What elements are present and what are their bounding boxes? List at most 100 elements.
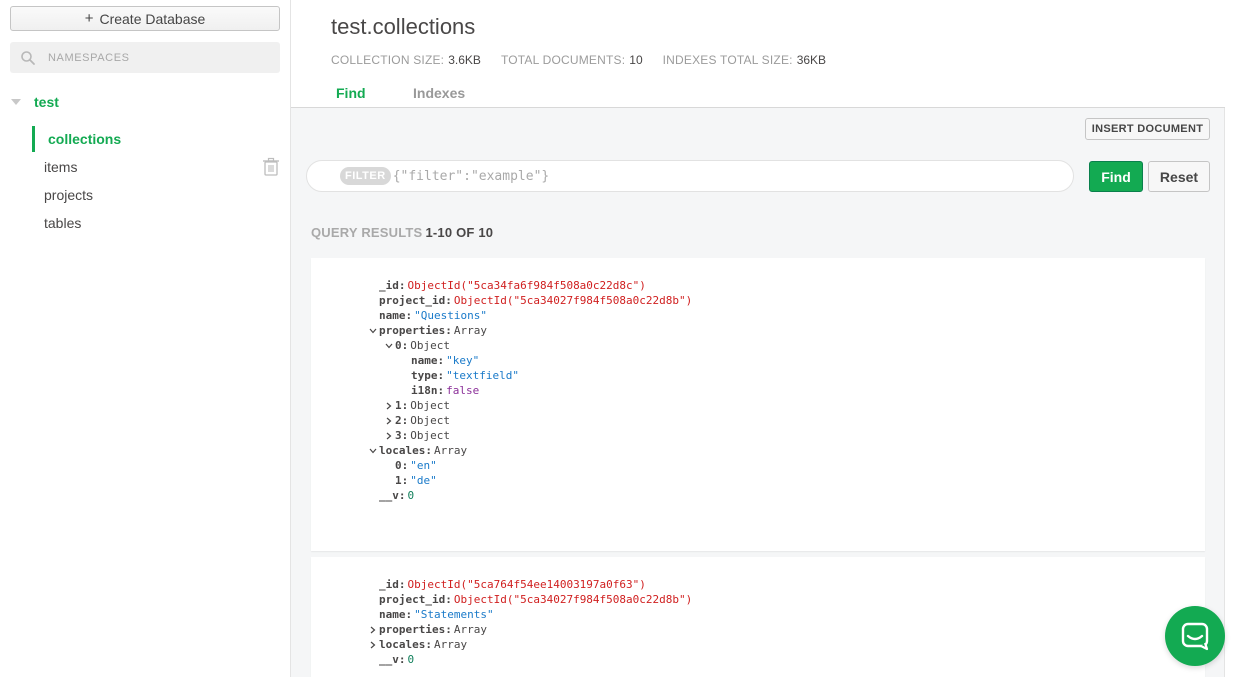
stat-key: INDEXES TOTAL SIZE: (662, 53, 793, 67)
collection-item-projects[interactable]: projects (32, 182, 290, 208)
field-separator: : (445, 593, 452, 606)
field-separator: : (437, 369, 445, 382)
field-value: Array (453, 623, 487, 636)
field-value: "textfield" (446, 369, 519, 382)
chevron-right-icon[interactable] (384, 401, 394, 411)
field-key: name (379, 608, 406, 621)
field-key: i18n (411, 384, 438, 397)
document-field: name: "Statements" (311, 607, 692, 622)
document-field: properties: Array (311, 622, 692, 637)
database-item-test[interactable]: test (0, 92, 290, 112)
page-title: test.collections (331, 14, 476, 39)
chevron-down-icon[interactable] (384, 341, 394, 351)
chevron-down-icon[interactable] (368, 446, 378, 456)
field-value: ObjectId("5ca34027f984f508a0c22d8b") (453, 593, 693, 606)
chat-button[interactable] (1165, 606, 1225, 666)
tab-indexes[interactable]: Indexes (413, 85, 465, 101)
document-field: _id: ObjectId("5ca34fa6f984f508a0c22d8c") (311, 278, 692, 293)
field-value: 0 (407, 489, 415, 502)
field-key: 0 (395, 339, 402, 352)
document-fields: _id: ObjectId("5ca764f54ee14003197a0f63")… (311, 577, 692, 667)
document-card: _id: ObjectId("5ca34fa6f984f508a0c22d8c")… (311, 258, 1205, 551)
collection-label: projects (44, 187, 94, 203)
stat-value: 10 (629, 53, 643, 67)
field-key: _id (379, 578, 399, 591)
namespace-search-input[interactable] (48, 51, 248, 64)
field-key: project_id (379, 294, 446, 307)
document-field: type: "textfield" (311, 368, 692, 383)
stat-total-documents: TOTAL DOCUMENTS: 10 (501, 53, 643, 67)
field-key: __v (379, 489, 399, 502)
collection-stats: COLLECTION SIZE: 3.6KB TOTAL DOCUMENTS: 10… (331, 53, 826, 67)
trash-icon[interactable] (262, 157, 280, 177)
document-field: 1: Object (311, 398, 692, 413)
field-key: properties (379, 324, 446, 337)
field-value: 0 (407, 653, 415, 666)
document-field: 0: Object (311, 338, 692, 353)
query-results-summary: QUERY RESULTS 1-10 OF 10 (311, 225, 493, 240)
field-key: _id (379, 279, 399, 292)
field-value: Array (453, 324, 487, 337)
field-value: Object (410, 429, 450, 442)
sidebar: + Create Database test collections items… (0, 0, 291, 677)
query-results-label: QUERY RESULTS (311, 225, 423, 240)
document-card: _id: ObjectId("5ca764f54ee14003197a0f63")… (311, 557, 1205, 677)
create-database-label: Create Database (99, 10, 206, 27)
chevron-right-icon[interactable] (384, 431, 394, 441)
chat-icon (1181, 622, 1209, 651)
field-key: locales (379, 638, 426, 651)
field-value: ObjectId("5ca34027f984f508a0c22d8b") (453, 294, 693, 307)
caret-down-icon[interactable] (10, 96, 22, 108)
main-panel: test.collections COLLECTION SIZE: 3.6KB T… (291, 0, 1245, 677)
chevron-down-icon[interactable] (368, 326, 378, 336)
field-separator: : (405, 309, 413, 322)
field-key: 3 (395, 429, 402, 442)
create-database-button[interactable]: + Create Database (10, 6, 280, 31)
field-separator: : (401, 399, 409, 412)
field-key: 0 (395, 459, 402, 472)
field-separator: : (401, 414, 409, 427)
collection-label: items (44, 159, 78, 175)
collection-item-tables[interactable]: tables (32, 210, 290, 236)
filter-badge: FILTER (340, 167, 391, 185)
insert-document-button[interactable]: INSERT DOCUMENT (1085, 118, 1210, 140)
field-value: Object (410, 339, 450, 352)
field-key: type (411, 369, 438, 382)
field-key: name (411, 354, 438, 367)
stat-indexes-size: INDEXES TOTAL SIZE: 36KB (663, 53, 826, 67)
field-value: "Questions" (414, 309, 487, 322)
filter-input[interactable] (392, 168, 1053, 184)
field-value: "key" (446, 354, 480, 367)
reset-button[interactable]: Reset (1148, 161, 1210, 192)
namespace-search (10, 42, 280, 73)
field-key: 1 (395, 399, 402, 412)
field-separator: : (401, 474, 409, 487)
field-separator: : (398, 653, 406, 666)
field-value: false (446, 384, 480, 397)
field-value: "Statements" (414, 608, 494, 621)
field-separator: : (401, 459, 409, 472)
field-value: "en" (410, 459, 437, 472)
stat-key: TOTAL DOCUMENTS: (500, 53, 626, 67)
collection-item-collections[interactable]: collections (32, 126, 290, 152)
find-button[interactable]: Find (1089, 161, 1143, 192)
field-value: ObjectId("5ca764f54ee14003197a0f63") (407, 578, 646, 591)
document-field: __v:0 (311, 652, 692, 667)
field-separator: : (445, 294, 452, 307)
field-separator: : (425, 444, 432, 457)
tab-find[interactable]: Find (336, 85, 366, 101)
field-key: name (379, 309, 406, 322)
chevron-right-icon[interactable] (368, 625, 378, 635)
document-field: _id: ObjectId("5ca764f54ee14003197a0f63") (311, 577, 692, 592)
document-fields: _id: ObjectId("5ca34fa6f984f508a0c22d8c")… (311, 278, 692, 503)
document-field: name: "Questions" (311, 308, 692, 323)
document-field: 3: Object (311, 428, 692, 443)
chevron-right-icon[interactable] (368, 640, 378, 650)
document-field: 2: Object (311, 413, 692, 428)
chevron-right-icon[interactable] (384, 416, 394, 426)
field-value: ObjectId("5ca34fa6f984f508a0c22d8c") (407, 279, 646, 292)
field-separator: : (398, 578, 406, 591)
field-separator: : (445, 623, 452, 636)
field-separator: : (425, 638, 432, 651)
collection-item-items[interactable]: items (32, 154, 290, 180)
